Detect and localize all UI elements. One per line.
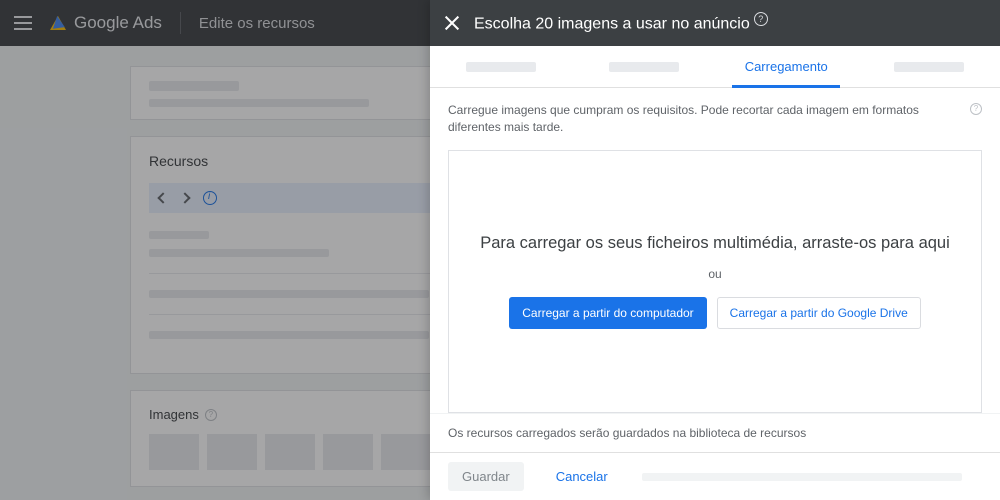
tab-bar: Carregamento <box>430 46 1000 88</box>
panel-header: Escolha 20 imagens a usar no anúncio? <box>430 0 1000 46</box>
library-note: Os recursos carregados serão guardados n… <box>430 413 1000 452</box>
image-picker-panel: Escolha 20 imagens a usar no anúncio? Ca… <box>430 0 1000 500</box>
panel-title: Escolha 20 imagens a usar no anúncio? <box>474 12 768 33</box>
upload-from-drive-button[interactable]: Carregar a partir do Google Drive <box>717 297 921 329</box>
dropzone-text: Para carregar os seus ficheiros multiméd… <box>480 234 950 253</box>
save-button[interactable]: Guardar <box>448 462 524 491</box>
footer-placeholder <box>642 473 962 481</box>
help-icon[interactable]: ? <box>754 12 768 26</box>
tab-placeholder-1[interactable] <box>430 46 573 87</box>
tab-upload[interactable]: Carregamento <box>715 46 858 87</box>
tab-placeholder-3[interactable] <box>858 46 1000 87</box>
upload-instructions: Carregue imagens que cumpram os requisit… <box>448 102 982 136</box>
close-icon[interactable] <box>444 15 460 31</box>
upload-dropzone[interactable]: Para carregar os seus ficheiros multiméd… <box>448 150 982 413</box>
cancel-button[interactable]: Cancelar <box>542 462 622 491</box>
panel-footer: Guardar Cancelar <box>430 452 1000 500</box>
help-icon[interactable]: ? <box>970 103 982 115</box>
upload-from-computer-button[interactable]: Carregar a partir do computador <box>509 297 706 329</box>
tab-placeholder-2[interactable] <box>573 46 716 87</box>
dropzone-or: ou <box>708 267 721 281</box>
